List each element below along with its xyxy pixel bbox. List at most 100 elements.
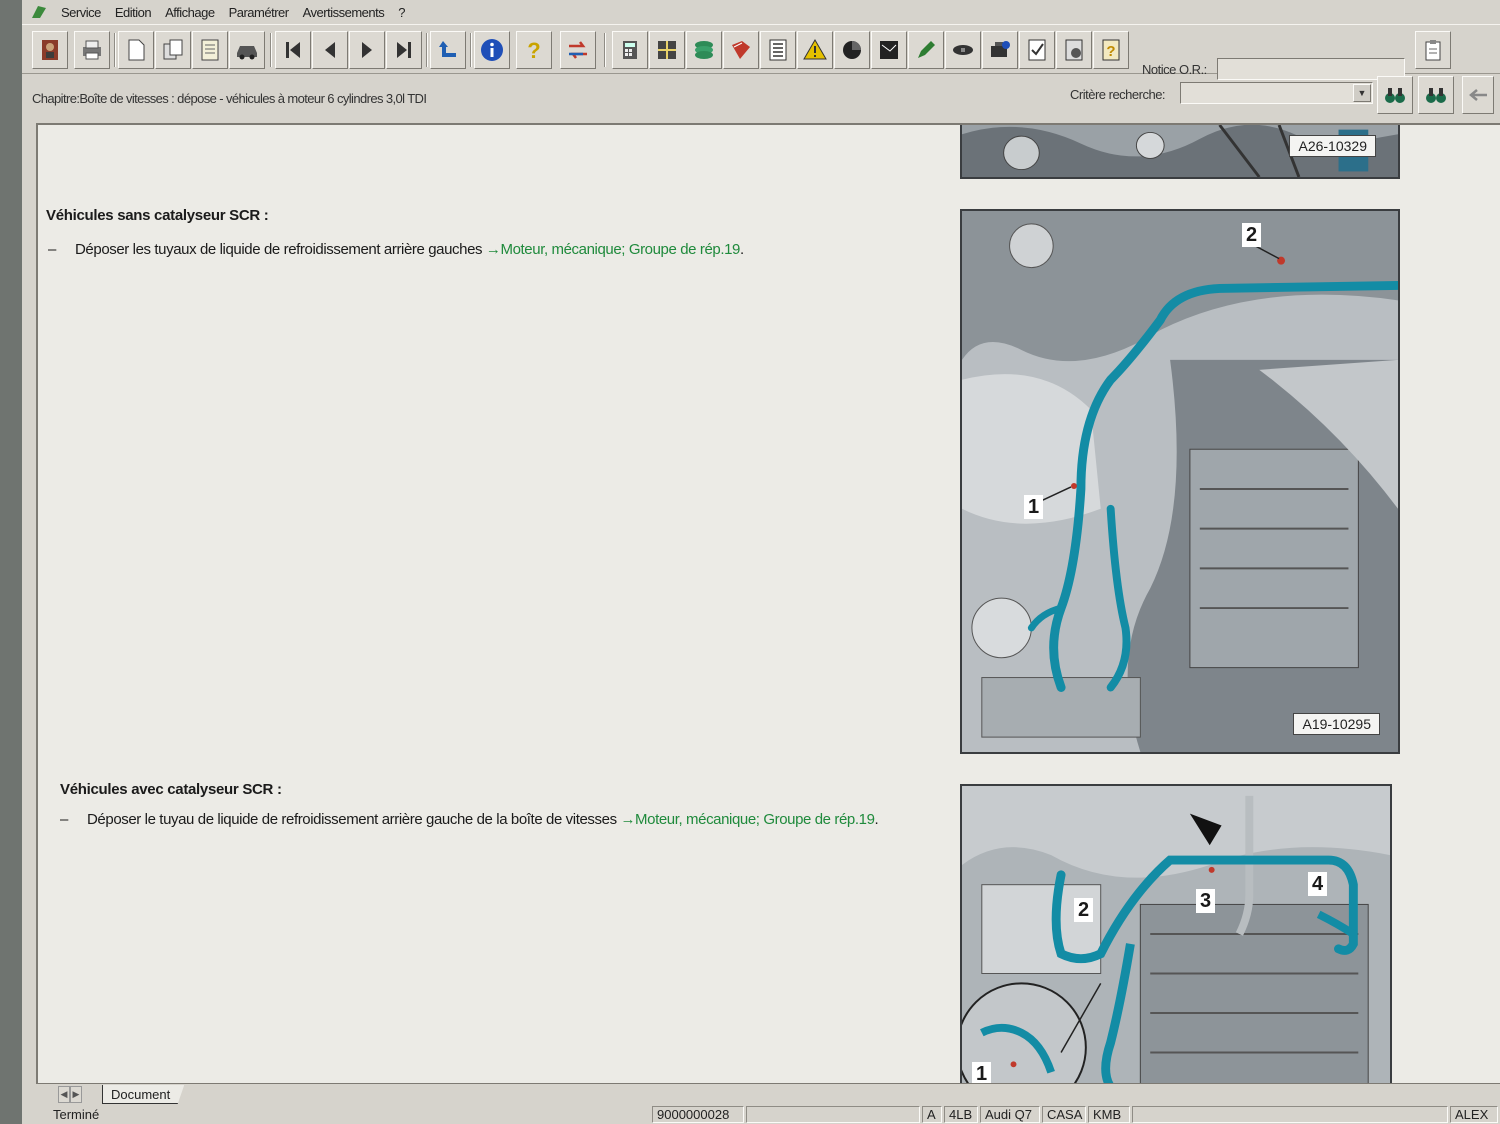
- tab-document[interactable]: Document: [102, 1085, 185, 1104]
- callout-3: 3: [1196, 889, 1216, 913]
- vehicle-model: Audi Q7: [980, 1106, 1040, 1123]
- book-icon: [732, 41, 750, 59]
- question-doc-button[interactable]: ?: [1093, 31, 1129, 69]
- first-page-icon: [286, 42, 300, 58]
- chevron-down-icon[interactable]: ▼: [1353, 84, 1371, 102]
- checklist-button[interactable]: [1019, 31, 1055, 69]
- help-button[interactable]: ?: [516, 31, 552, 69]
- menu-avertissements[interactable]: Avertissements: [296, 5, 392, 20]
- menu-service[interactable]: Service: [54, 5, 108, 20]
- figure-coolant-pipe-scr: 2 3 4 1: [960, 784, 1392, 1083]
- last-page-icon: [397, 42, 411, 58]
- instruction-suffix: .: [874, 811, 879, 828]
- scr-coolant-pipe-illustration: [962, 786, 1390, 1083]
- search-criteria-label: Critère recherche:: [1070, 87, 1166, 102]
- tab-scroll-left-icon[interactable]: ◀: [58, 1086, 70, 1103]
- chapter-title: Chapitre:Boîte de vitesses : dépose - vé…: [32, 91, 427, 106]
- previous-page-button[interactable]: [312, 31, 348, 69]
- calculator-button[interactable]: [612, 31, 648, 69]
- notice-button[interactable]: [1415, 31, 1451, 69]
- notes-button[interactable]: [192, 31, 228, 69]
- pencil-button[interactable]: [908, 31, 944, 69]
- coolant-pipes-illustration: [962, 211, 1398, 752]
- pencil-icon: [918, 41, 935, 58]
- globe-icon: [843, 41, 861, 59]
- notes-icon: [201, 39, 219, 61]
- book-button[interactable]: [723, 31, 759, 69]
- svg-text:?: ?: [1106, 43, 1115, 60]
- key-button[interactable]: [945, 31, 981, 69]
- user-name: ALEX: [1450, 1106, 1498, 1123]
- new-document-button[interactable]: [118, 31, 154, 69]
- diagram-button[interactable]: [871, 31, 907, 69]
- repair-manual-icon: [42, 40, 58, 60]
- cross-reference-link[interactable]: →Moteur, mécanique; Groupe de rép.19: [486, 241, 740, 258]
- print-button[interactable]: [74, 31, 110, 69]
- bullet-dash: –: [48, 241, 56, 258]
- list-button[interactable]: [760, 31, 796, 69]
- instruction-text: Déposer le tuyau de liquide de refroidis…: [87, 811, 621, 828]
- figure-id-label: A26-10329: [1289, 135, 1376, 157]
- menu-affichage[interactable]: Affichage: [158, 5, 221, 20]
- status-empty-field-2: [1132, 1106, 1448, 1123]
- document-view[interactable]: A26-10329 Véhicules sans catalyseur SCR …: [36, 123, 1500, 1083]
- figure-id-label: A19-10295: [1293, 713, 1380, 735]
- key-icon: [953, 45, 973, 55]
- vehicle-button[interactable]: [229, 31, 265, 69]
- back-icon: [439, 41, 456, 57]
- search-criteria-select[interactable]: ▼: [1180, 82, 1373, 104]
- engine-icon: [991, 41, 1010, 57]
- status-bar: Terminé 9000000028 A 4LB Audi Q7 CASA KM…: [22, 1105, 1500, 1124]
- next-page-button[interactable]: [349, 31, 385, 69]
- engine-button[interactable]: [982, 31, 1018, 69]
- checklist-icon: [1028, 39, 1046, 61]
- figure-a26-10329: A26-10329: [960, 125, 1400, 179]
- callout-1: 1: [972, 1062, 992, 1083]
- list-icon: [769, 39, 787, 61]
- back-button[interactable]: [430, 31, 466, 69]
- last-page-button[interactable]: [386, 31, 422, 69]
- layers-icon: [695, 41, 713, 59]
- first-page-button[interactable]: [275, 31, 311, 69]
- globe-button[interactable]: [834, 31, 870, 69]
- toolbar: ? ? Notice O.R.:: [22, 24, 1500, 80]
- instruction-suffix: .: [740, 241, 744, 258]
- copy-document-button[interactable]: [155, 31, 191, 69]
- print-icon: [83, 40, 101, 60]
- reset-search-button[interactable]: [1462, 76, 1494, 114]
- warning-button[interactable]: [797, 31, 833, 69]
- code-kmb: KMB: [1088, 1106, 1130, 1123]
- order-number: 9000000028: [652, 1106, 744, 1123]
- menu-parametrer[interactable]: Paramétrer: [222, 5, 296, 20]
- cross-reference-link[interactable]: →Moteur, mécanique; Groupe de rép.19: [620, 811, 874, 828]
- swap-button[interactable]: [560, 31, 596, 69]
- bullet-dash: –: [60, 811, 68, 828]
- search-button[interactable]: [1377, 76, 1413, 114]
- settings-button[interactable]: [1056, 31, 1092, 69]
- svg-text:?: ?: [527, 38, 540, 63]
- callout-4: 4: [1308, 872, 1328, 896]
- grid-button[interactable]: [649, 31, 685, 69]
- help-icon: ?: [527, 38, 540, 63]
- layers-button[interactable]: [686, 31, 722, 69]
- new-document-icon: [128, 39, 145, 61]
- instruction-text-container: Déposer le tuyau de liquide de refroidis…: [60, 809, 910, 831]
- menu-help[interactable]: ?: [391, 5, 412, 20]
- grid-icon: [658, 41, 676, 59]
- settings-icon: [1065, 39, 1083, 61]
- instruction-text: Déposer les tuyaux de liquide de refroid…: [75, 241, 486, 258]
- figure-a19-10295: 2 1 A19-10295: [960, 209, 1400, 754]
- info-button[interactable]: [474, 31, 510, 69]
- repair-manual-button[interactable]: [32, 31, 68, 69]
- calculator-icon: [623, 41, 637, 59]
- search-next-button[interactable]: [1418, 76, 1454, 114]
- section-heading: Véhicules sans catalyseur SCR :: [46, 207, 269, 224]
- tab-bar: ◀ ▶ Document: [36, 1083, 1500, 1105]
- menu-edition[interactable]: Edition: [108, 5, 158, 20]
- code-casa: CASA: [1042, 1106, 1086, 1123]
- arrow-left-icon: [1469, 89, 1487, 101]
- section-heading: Véhicules avec catalyseur SCR :: [60, 781, 282, 798]
- question-doc-icon: ?: [1102, 39, 1120, 61]
- tab-scroll-controls: ◀ ▶: [58, 1086, 98, 1103]
- tab-scroll-right-icon[interactable]: ▶: [70, 1086, 82, 1103]
